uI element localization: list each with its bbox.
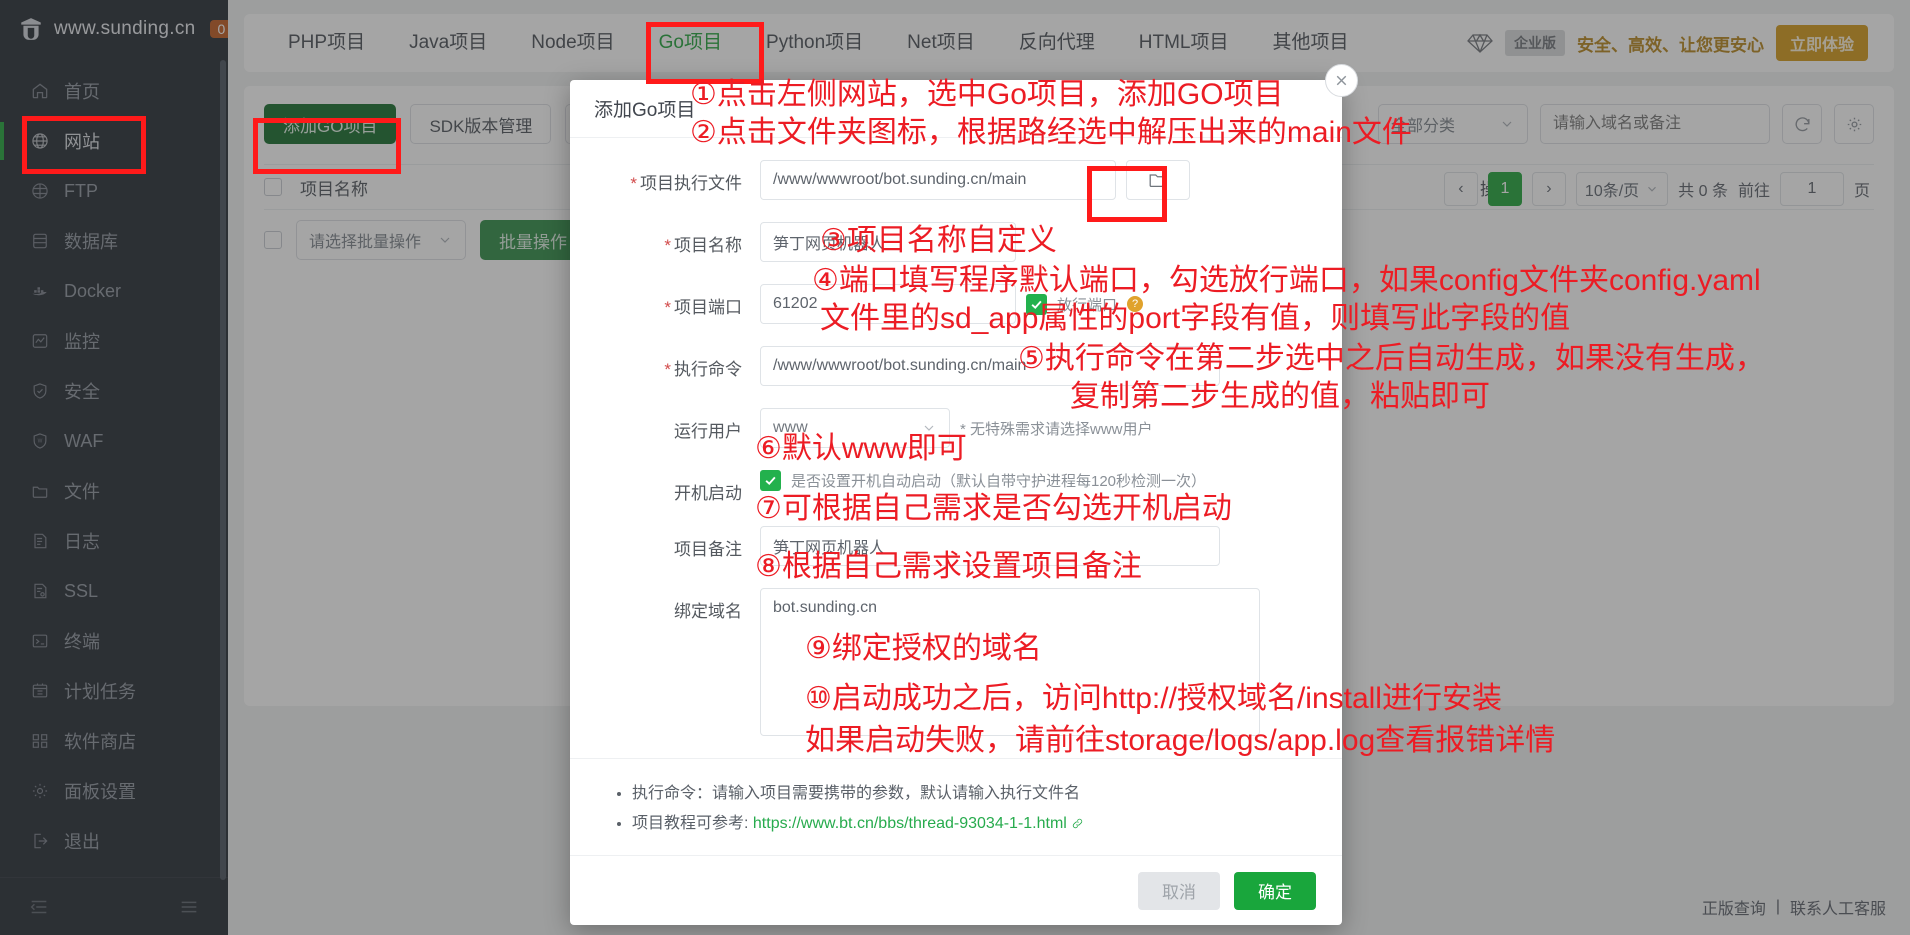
field-label-bind-domain: 绑定域名	[674, 602, 742, 621]
project-name-input[interactable]: 笋丁网页机器人	[760, 222, 1016, 262]
field-label-project-note: 项目备注	[674, 540, 742, 559]
field-label-exec-file: * 项目执行文件	[630, 174, 742, 193]
run-user-value: www	[773, 419, 808, 436]
project-note-input[interactable]: 笋丁网页机器人	[760, 526, 1220, 566]
bind-domain-textarea[interactable]: bot.sunding.cn	[760, 588, 1260, 736]
allow-port-label: 放行端口	[1057, 296, 1118, 314]
field-exec-file: * 项目执行文件 /www/wwwroot/bot.sunding.cn/main	[570, 160, 1342, 200]
question-icon[interactable]: ?	[1127, 296, 1144, 312]
exec-file-input[interactable]: /www/wwwroot/bot.sunding.cn/main	[760, 160, 1116, 200]
field-project-port: * 项目端口 61202 放行端口 ?	[570, 284, 1342, 324]
note-tutorial-text: 项目教程可参考:	[632, 815, 753, 832]
confirm-button[interactable]: 确定	[1234, 871, 1316, 910]
required-mark: *	[664, 360, 671, 379]
dialog-footer: 取消 确定	[570, 855, 1342, 925]
field-boot-start: 开机启动 是否设置开机自动启动（默认自带守护进程每120秒检测一次）	[570, 470, 1342, 504]
field-bind-domain: 绑定域名 bot.sunding.cn	[570, 588, 1342, 736]
dialog-notes: 执行命令：请输入项目需要携带的参数，默认请输入执行文件名 项目教程可参考: ht…	[570, 758, 1342, 833]
exec-command-input[interactable]: /www/wwwroot/bot.sunding.cn/main	[760, 346, 1220, 386]
required-mark: *	[664, 298, 671, 317]
note-tutorial: 项目教程可参考: https://www.bt.cn/bbs/thread-93…	[632, 809, 1342, 833]
dialog-body: * 项目执行文件 /www/wwwroot/bot.sunding.cn/main…	[570, 138, 1342, 855]
tutorial-link[interactable]: https://www.bt.cn/bbs/thread-93034-1-1.h…	[753, 815, 1067, 832]
cancel-button[interactable]: 取消	[1138, 871, 1220, 910]
note-exec-command: 执行命令：请输入项目需要携带的参数，默认请输入执行文件名	[632, 779, 1342, 803]
run-user-select[interactable]: www	[760, 408, 950, 448]
folder-icon[interactable]	[1126, 160, 1190, 200]
field-label-run-user: 运行用户	[674, 422, 742, 441]
external-link-icon	[1071, 815, 1084, 832]
chevron-down-icon	[924, 425, 934, 431]
close-icon[interactable]	[1325, 64, 1358, 97]
field-exec-command: * 执行命令 /www/wwwroot/bot.sunding.cn/main	[570, 346, 1342, 386]
project-port-input[interactable]: 61202	[760, 284, 1016, 324]
field-project-note: 项目备注 笋丁网页机器人	[570, 526, 1342, 566]
field-project-name: * 项目名称 笋丁网页机器人	[570, 222, 1342, 262]
field-label-boot-start: 开机启动	[674, 484, 742, 503]
screen-root: www.sunding.cn 0 首页 网站 FTP 数据库 Docker 监控…	[0, 0, 1910, 935]
run-user-hint: * 无特殊需求请选择www用户	[960, 420, 1153, 438]
field-run-user: 运行用户 www * 无特殊需求请选择www用户	[570, 408, 1342, 448]
field-label-exec-command: * 执行命令	[664, 360, 742, 379]
add-go-project-dialog: 添加Go项目 * 项目执行文件 /www/wwwroot/bot.sunding.…	[570, 64, 1358, 925]
field-label-project-port: * 项目端口	[664, 298, 742, 317]
dialog-title: 添加Go项目	[570, 80, 1342, 138]
required-mark: *	[630, 174, 637, 193]
boot-start-text: 是否设置开机自动启动（默认自带守护进程每120秒检测一次）	[791, 473, 1207, 490]
allow-port-checkbox[interactable]	[1026, 293, 1047, 315]
field-label-project-name: * 项目名称	[664, 236, 742, 255]
required-mark: *	[664, 236, 671, 255]
boot-start-checkbox[interactable]	[760, 470, 781, 491]
